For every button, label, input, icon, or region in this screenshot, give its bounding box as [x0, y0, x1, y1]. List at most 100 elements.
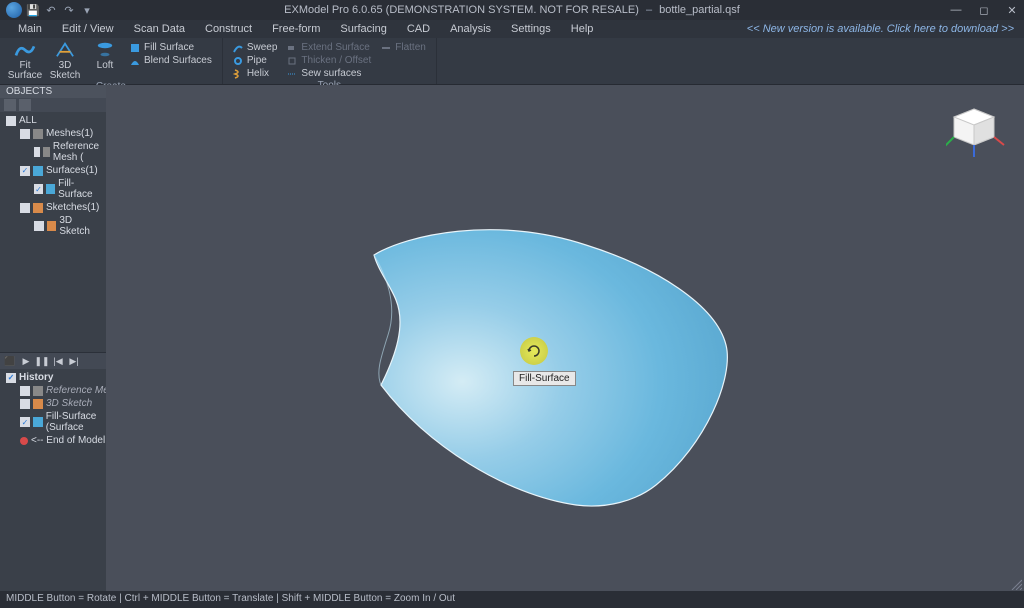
helix-icon — [233, 69, 243, 79]
objects-filter-2[interactable] — [19, 99, 31, 111]
tree-root-label: ALL — [19, 115, 37, 126]
surface-group-icon — [33, 166, 43, 176]
fill-surface-label: Fill Surface — [144, 42, 194, 53]
extend-surface-button: Extend Surface — [283, 41, 375, 54]
helix-label: Helix — [247, 68, 269, 79]
checkbox[interactable] — [34, 184, 43, 194]
checkbox[interactable] — [20, 399, 30, 409]
resize-grip-icon[interactable] — [1010, 578, 1022, 590]
history-3d-sketch-label: 3D Sketch — [46, 398, 92, 409]
fill-surface-node-icon — [46, 184, 55, 194]
tree-reference-mesh[interactable]: Reference Mesh ( — [0, 140, 106, 164]
checkbox[interactable] — [20, 386, 30, 396]
quick-access-toolbar: 💾 ↶ ↷ ▾ — [0, 2, 94, 18]
tree-reference-mesh-label: Reference Mesh ( — [53, 141, 104, 163]
helix-button[interactable]: Helix — [229, 67, 282, 80]
fit-surface-label: Fit Surface — [8, 61, 42, 81]
minimize-button[interactable]: — — [948, 4, 964, 17]
sketch-group-icon — [33, 203, 43, 213]
checkbox[interactable] — [20, 417, 30, 427]
title-separator: – — [646, 4, 652, 16]
end-marker-icon — [20, 437, 28, 445]
qat-redo-icon[interactable]: ↷ — [62, 3, 76, 17]
ribbon-group-tools: Sweep Pipe Helix Extend Surface Thicken … — [223, 38, 437, 84]
status-bar: MIDDLE Button = Rotate | Ctrl + MIDDLE B… — [0, 591, 1024, 608]
blend-surfaces-label: Blend Surfaces — [144, 55, 212, 66]
window-title: EXModel Pro 6.0.65 (DEMONSTRATION SYSTEM… — [284, 4, 740, 16]
menu-edit-view[interactable]: Edit / View — [52, 20, 124, 38]
fit-surface-button[interactable]: Fit Surface — [6, 41, 44, 81]
fill-surface-button[interactable]: Fill Surface — [126, 41, 216, 54]
tree-3d-sketch[interactable]: 3D Sketch — [0, 214, 106, 238]
objects-toolstrip — [0, 98, 106, 112]
sew-icon — [287, 69, 297, 79]
tree-sketches[interactable]: Sketches(1) — [0, 201, 106, 214]
sew-label: Sew surfaces — [301, 68, 361, 79]
menu-free-form[interactable]: Free-form — [262, 20, 330, 38]
pipe-button[interactable]: Pipe — [229, 54, 282, 67]
thicken-icon — [287, 56, 297, 66]
checkbox[interactable] — [6, 373, 16, 383]
loft-label: Loft — [97, 61, 114, 71]
file-name-text: bottle_partial.qsf — [659, 4, 740, 16]
tree-sketches-label: Sketches(1) — [46, 202, 99, 213]
tree-root-all[interactable]: ALL — [0, 114, 106, 127]
sweep-button[interactable]: Sweep — [229, 41, 282, 54]
menu-cad[interactable]: CAD — [397, 20, 440, 38]
objects-filter-1[interactable] — [4, 99, 16, 111]
history-play-icon[interactable]: ▶ — [20, 355, 32, 367]
sew-surfaces-button[interactable]: Sew surfaces — [283, 67, 375, 80]
qat-dropdown-icon[interactable]: ▾ — [80, 3, 94, 17]
checkbox[interactable] — [20, 203, 30, 213]
fill-surface-icon — [130, 43, 140, 53]
history-step-fwd-icon[interactable]: ▶| — [68, 355, 80, 367]
3d-sketch-button[interactable]: 3D Sketch — [46, 41, 84, 81]
sweep-icon — [233, 43, 243, 53]
3d-viewport[interactable]: Fill-Surface y — [106, 85, 1024, 591]
checkbox[interactable] — [20, 129, 30, 139]
menu-construct[interactable]: Construct — [195, 20, 262, 38]
history-pause-icon[interactable]: ❚❚ — [36, 355, 48, 367]
blend-surfaces-button[interactable]: Blend Surfaces — [126, 54, 216, 67]
qat-save-icon[interactable]: 💾 — [26, 3, 40, 17]
tree-meshes[interactable]: Meshes(1) — [0, 127, 106, 140]
update-notice-link[interactable]: << New version is available. Click here … — [747, 23, 1014, 35]
maximize-button[interactable]: ◻ — [976, 4, 992, 17]
objects-panel: OBJECTS ALL Meshes(1) Reference Mesh ( S… — [0, 85, 106, 352]
menu-bar: Main Edit / View Scan Data Construct Fre… — [0, 20, 1024, 38]
menu-scan-data[interactable]: Scan Data — [124, 20, 195, 38]
pipe-label: Pipe — [247, 55, 267, 66]
loft-button[interactable]: Loft — [86, 41, 124, 71]
history-step-back-icon[interactable]: |◀ — [52, 355, 64, 367]
tree-fill-surface[interactable]: Fill-Surface — [0, 177, 106, 201]
surface-model[interactable] — [336, 215, 736, 515]
checkbox[interactable] — [34, 221, 44, 231]
tree-fill-surface-label: Fill-Surface — [58, 178, 104, 200]
view-cube-gizmo[interactable]: y — [946, 103, 1006, 163]
qat-undo-icon[interactable]: ↶ — [44, 3, 58, 17]
tree-surfaces[interactable]: Surfaces(1) — [0, 164, 106, 177]
checkbox[interactable] — [6, 116, 16, 126]
menu-help[interactable]: Help — [561, 20, 604, 38]
menu-analysis[interactable]: Analysis — [440, 20, 501, 38]
fill-surface-icon — [33, 417, 43, 427]
app-title-text: EXModel Pro 6.0.65 (DEMONSTRATION SYSTEM… — [284, 4, 639, 16]
rotate-cursor-icon — [520, 337, 548, 365]
checkbox[interactable] — [20, 166, 30, 176]
thicken-label: Thicken / Offset — [301, 55, 371, 66]
menu-settings[interactable]: Settings — [501, 20, 561, 38]
history-record-icon[interactable]: ⬛ — [4, 355, 16, 367]
objects-tree[interactable]: ALL Meshes(1) Reference Mesh ( Surfaces(… — [0, 112, 106, 352]
menu-surfacing[interactable]: Surfacing — [330, 20, 396, 38]
menu-main[interactable]: Main — [8, 20, 52, 38]
flatten-label: Flatten — [395, 42, 426, 53]
3d-sketch-label: 3D Sketch — [50, 61, 81, 81]
close-button[interactable]: ✕ — [1004, 4, 1020, 17]
title-bar: 💾 ↶ ↷ ▾ EXModel Pro 6.0.65 (DEMONSTRATIO… — [0, 0, 1024, 20]
checkbox[interactable] — [34, 147, 40, 157]
tree-meshes-label: Meshes(1) — [46, 128, 93, 139]
extend-surface-icon — [287, 43, 297, 53]
blend-surfaces-icon — [130, 56, 140, 66]
history-end-label: <-- End of Model -- — [31, 435, 115, 446]
history-header-label: History — [19, 372, 53, 383]
